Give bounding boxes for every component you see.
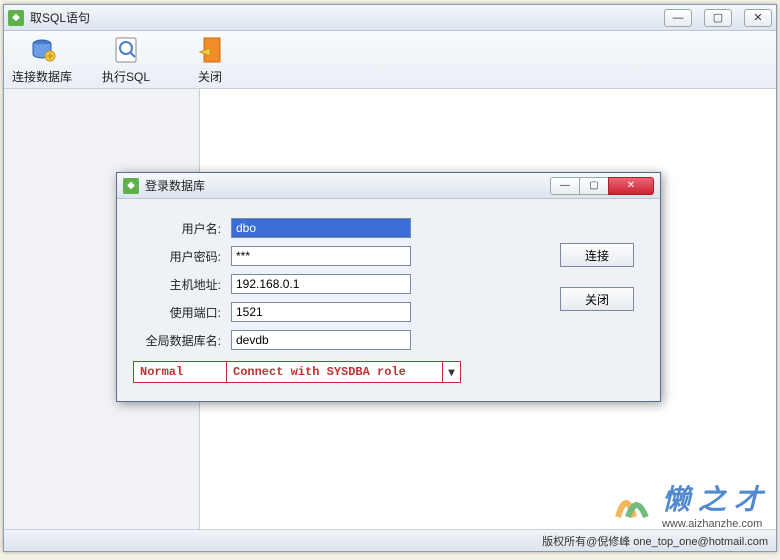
role-selector[interactable]: Normal Connect with SYSDBA role ▾	[133, 361, 461, 383]
label-host: 主机地址:	[133, 276, 231, 293]
host-input[interactable]	[231, 274, 411, 294]
toolbar: 连接数据库 执行SQL 关闭	[4, 31, 776, 89]
role-mode: Normal	[134, 365, 226, 379]
label-password: 用户密码:	[133, 248, 231, 265]
dialog-buttons: 连接 关闭	[560, 243, 634, 311]
row-username: 用户名:	[133, 217, 644, 239]
toolbar-label: 连接数据库	[12, 68, 72, 85]
dbname-input[interactable]	[231, 330, 411, 350]
dialog-body: 用户名: 用户密码: 主机地址: 使用端口: 全局数据库名: Normal Co…	[117, 199, 660, 393]
main-titlebar[interactable]: ◆ 取SQL语句 — ▢ ✕	[4, 5, 776, 31]
maximize-button[interactable]: ▢	[704, 9, 732, 27]
dialog-controls: — ▢ ✕	[551, 177, 654, 195]
status-text: 版权所有@倪修峰 one_top_one@hotmail.com	[542, 533, 768, 549]
app-icon: ◆	[8, 10, 24, 26]
toolbar-connect-db[interactable]: 连接数据库	[12, 35, 72, 84]
toolbar-label: 执行SQL	[102, 68, 150, 85]
close-button[interactable]: ✕	[744, 9, 772, 27]
minimize-button[interactable]: —	[664, 9, 692, 27]
label-username: 用户名:	[133, 220, 231, 237]
dialog-title: 登录数据库	[145, 177, 551, 194]
close-doc-icon	[194, 34, 226, 66]
port-input[interactable]	[231, 302, 411, 322]
toolbar-close[interactable]: 关闭	[180, 35, 240, 84]
window-title: 取SQL语句	[30, 9, 664, 26]
connect-button[interactable]: 连接	[560, 243, 634, 267]
db-connect-icon	[26, 34, 58, 66]
dialog-minimize-button[interactable]: —	[550, 177, 580, 195]
window-controls: — ▢ ✕	[664, 9, 772, 27]
statusbar: 版权所有@倪修峰 one_top_one@hotmail.com	[4, 529, 776, 551]
dialog-close-button[interactable]: ✕	[608, 177, 654, 195]
username-input[interactable]	[231, 218, 411, 238]
row-dbname: 全局数据库名:	[133, 329, 644, 351]
chevron-down-icon[interactable]: ▾	[442, 362, 460, 382]
toolbar-run-sql[interactable]: 执行SQL	[96, 35, 156, 84]
close-action-button[interactable]: 关闭	[560, 287, 634, 311]
dialog-titlebar[interactable]: ◆ 登录数据库 — ▢ ✕	[117, 173, 660, 199]
toolbar-label: 关闭	[198, 68, 222, 85]
dialog-maximize-button[interactable]: ▢	[579, 177, 609, 195]
role-desc: Connect with SYSDBA role	[227, 365, 442, 379]
dialog-icon: ◆	[123, 178, 139, 194]
label-dbname: 全局数据库名:	[133, 332, 231, 349]
login-dialog: ◆ 登录数据库 — ▢ ✕ 用户名: 用户密码: 主机地址: 使用端口: 全局数…	[116, 172, 661, 402]
password-input[interactable]	[231, 246, 411, 266]
run-sql-icon	[110, 34, 142, 66]
label-port: 使用端口:	[133, 304, 231, 321]
